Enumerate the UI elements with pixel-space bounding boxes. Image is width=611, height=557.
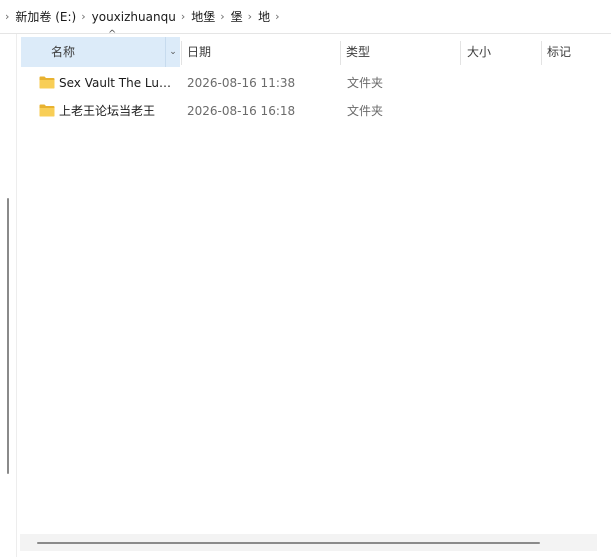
chevron-right-icon[interactable]: ›	[78, 10, 89, 23]
file-type: 文件夹	[347, 76, 384, 90]
file-date: 2026-08-16 16:18	[187, 104, 296, 118]
chevron-right-icon[interactable]: ›	[245, 10, 256, 23]
folder-icon	[39, 76, 55, 89]
column-header-name-label: 名称	[51, 45, 76, 59]
chevron-down-icon[interactable]: ⌄	[165, 37, 180, 67]
chevron-right-icon[interactable]: ›	[217, 10, 228, 23]
column-header-row: ^ 名称 ⌄ 日期 类型 大小 标记	[20, 29, 597, 67]
column-divider[interactable]	[460, 41, 461, 65]
file-name: 上老王论坛当老王	[59, 104, 156, 118]
window-right-edge	[597, 34, 611, 557]
column-divider[interactable]	[340, 41, 341, 65]
vertical-scrollbar-thumb[interactable]	[7, 198, 9, 474]
horizontal-scrollbar-thumb[interactable]	[37, 542, 540, 544]
column-header-tag[interactable]: 标记	[547, 37, 597, 67]
file-list: ^ 名称 ⌄ 日期 类型 大小 标记 Sex Vault The Lust… 2…	[20, 29, 597, 557]
breadcrumb-item-folder[interactable]: 堡	[229, 8, 245, 25]
chevron-right-icon[interactable]: ›	[272, 10, 283, 23]
breadcrumb-item-current[interactable]: 地	[256, 8, 272, 25]
column-header-type[interactable]: 类型	[346, 37, 456, 67]
column-divider[interactable]	[181, 41, 182, 65]
column-divider[interactable]	[541, 41, 542, 65]
sort-ascending-icon: ^	[108, 29, 117, 40]
breadcrumb: › 新加卷 (E:) › youxizhuanqu › 地堡 › 堡 › 地 ›	[0, 0, 611, 34]
column-header-date-label: 日期	[187, 45, 212, 59]
column-header-size[interactable]: 大小	[467, 37, 537, 67]
column-header-name[interactable]: ^ 名称 ⌄	[21, 29, 180, 67]
file-explorer-window: › 新加卷 (E:) › youxizhuanqu › 地堡 › 堡 › 地 ›…	[0, 0, 611, 557]
list-item[interactable]: 上老王论坛当老王 2026-08-16 16:18 文件夹	[21, 98, 597, 124]
list-item[interactable]: Sex Vault The Lust… 2026-08-16 11:38 文件夹	[21, 70, 597, 96]
file-name: Sex Vault The Lust…	[59, 76, 177, 90]
file-type: 文件夹	[347, 104, 384, 118]
breadcrumb-item-folder[interactable]: 地堡	[189, 8, 217, 25]
breadcrumb-item-folder[interactable]: youxizhuanqu	[90, 10, 178, 24]
column-header-size-label: 大小	[467, 45, 492, 59]
file-date: 2026-08-16 11:38	[187, 76, 296, 90]
folder-icon	[39, 104, 55, 117]
column-header-date[interactable]: 日期	[187, 37, 337, 67]
chevron-right-icon[interactable]: ›	[2, 10, 13, 23]
column-header-tag-label: 标记	[547, 45, 572, 59]
chevron-right-icon[interactable]: ›	[178, 10, 189, 23]
horizontal-scrollbar[interactable]	[20, 534, 597, 551]
breadcrumb-item-drive[interactable]: 新加卷 (E:)	[13, 8, 78, 25]
column-header-type-label: 类型	[346, 45, 371, 59]
navigation-pane	[0, 34, 17, 557]
